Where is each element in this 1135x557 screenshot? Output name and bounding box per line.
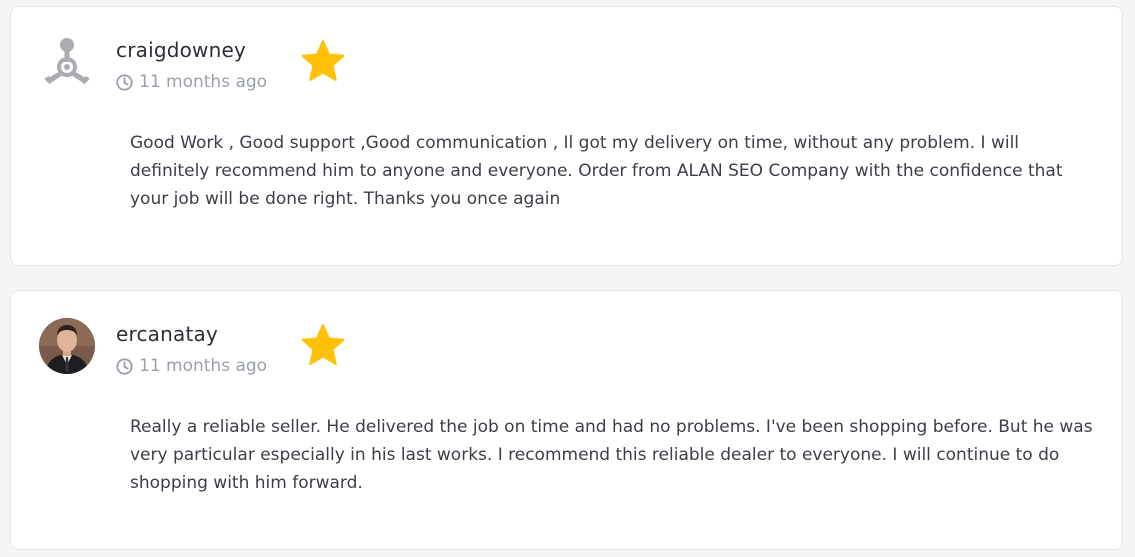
star-icon: [298, 321, 348, 371]
clock-icon: [116, 73, 133, 91]
user-photo-avatar[interactable]: [39, 318, 95, 374]
star-icon: [298, 37, 348, 87]
clock-icon: [116, 357, 133, 375]
review-time-text: 11 months ago: [139, 72, 268, 92]
review-card: craigdowney 11 months ago Good Work , Go…: [10, 6, 1123, 266]
reviewer-username[interactable]: craigdowney: [116, 38, 246, 62]
default-user-avatar-icon[interactable]: [39, 34, 95, 90]
review-timestamp: 11 months ago: [116, 72, 267, 92]
reviews-list: craigdowney 11 months ago Good Work , Go…: [0, 0, 1135, 557]
review-text: Really a reliable seller. He delivered t…: [130, 417, 1093, 493]
review-text: Good Work , Good support ,Good communica…: [130, 133, 1063, 209]
review-card: ercanatay 11 months ago Really a reliabl…: [10, 290, 1123, 550]
review-time-text: 11 months ago: [139, 356, 268, 376]
reviewer-username[interactable]: ercanatay: [116, 322, 218, 346]
review-timestamp: 11 months ago: [116, 356, 267, 376]
